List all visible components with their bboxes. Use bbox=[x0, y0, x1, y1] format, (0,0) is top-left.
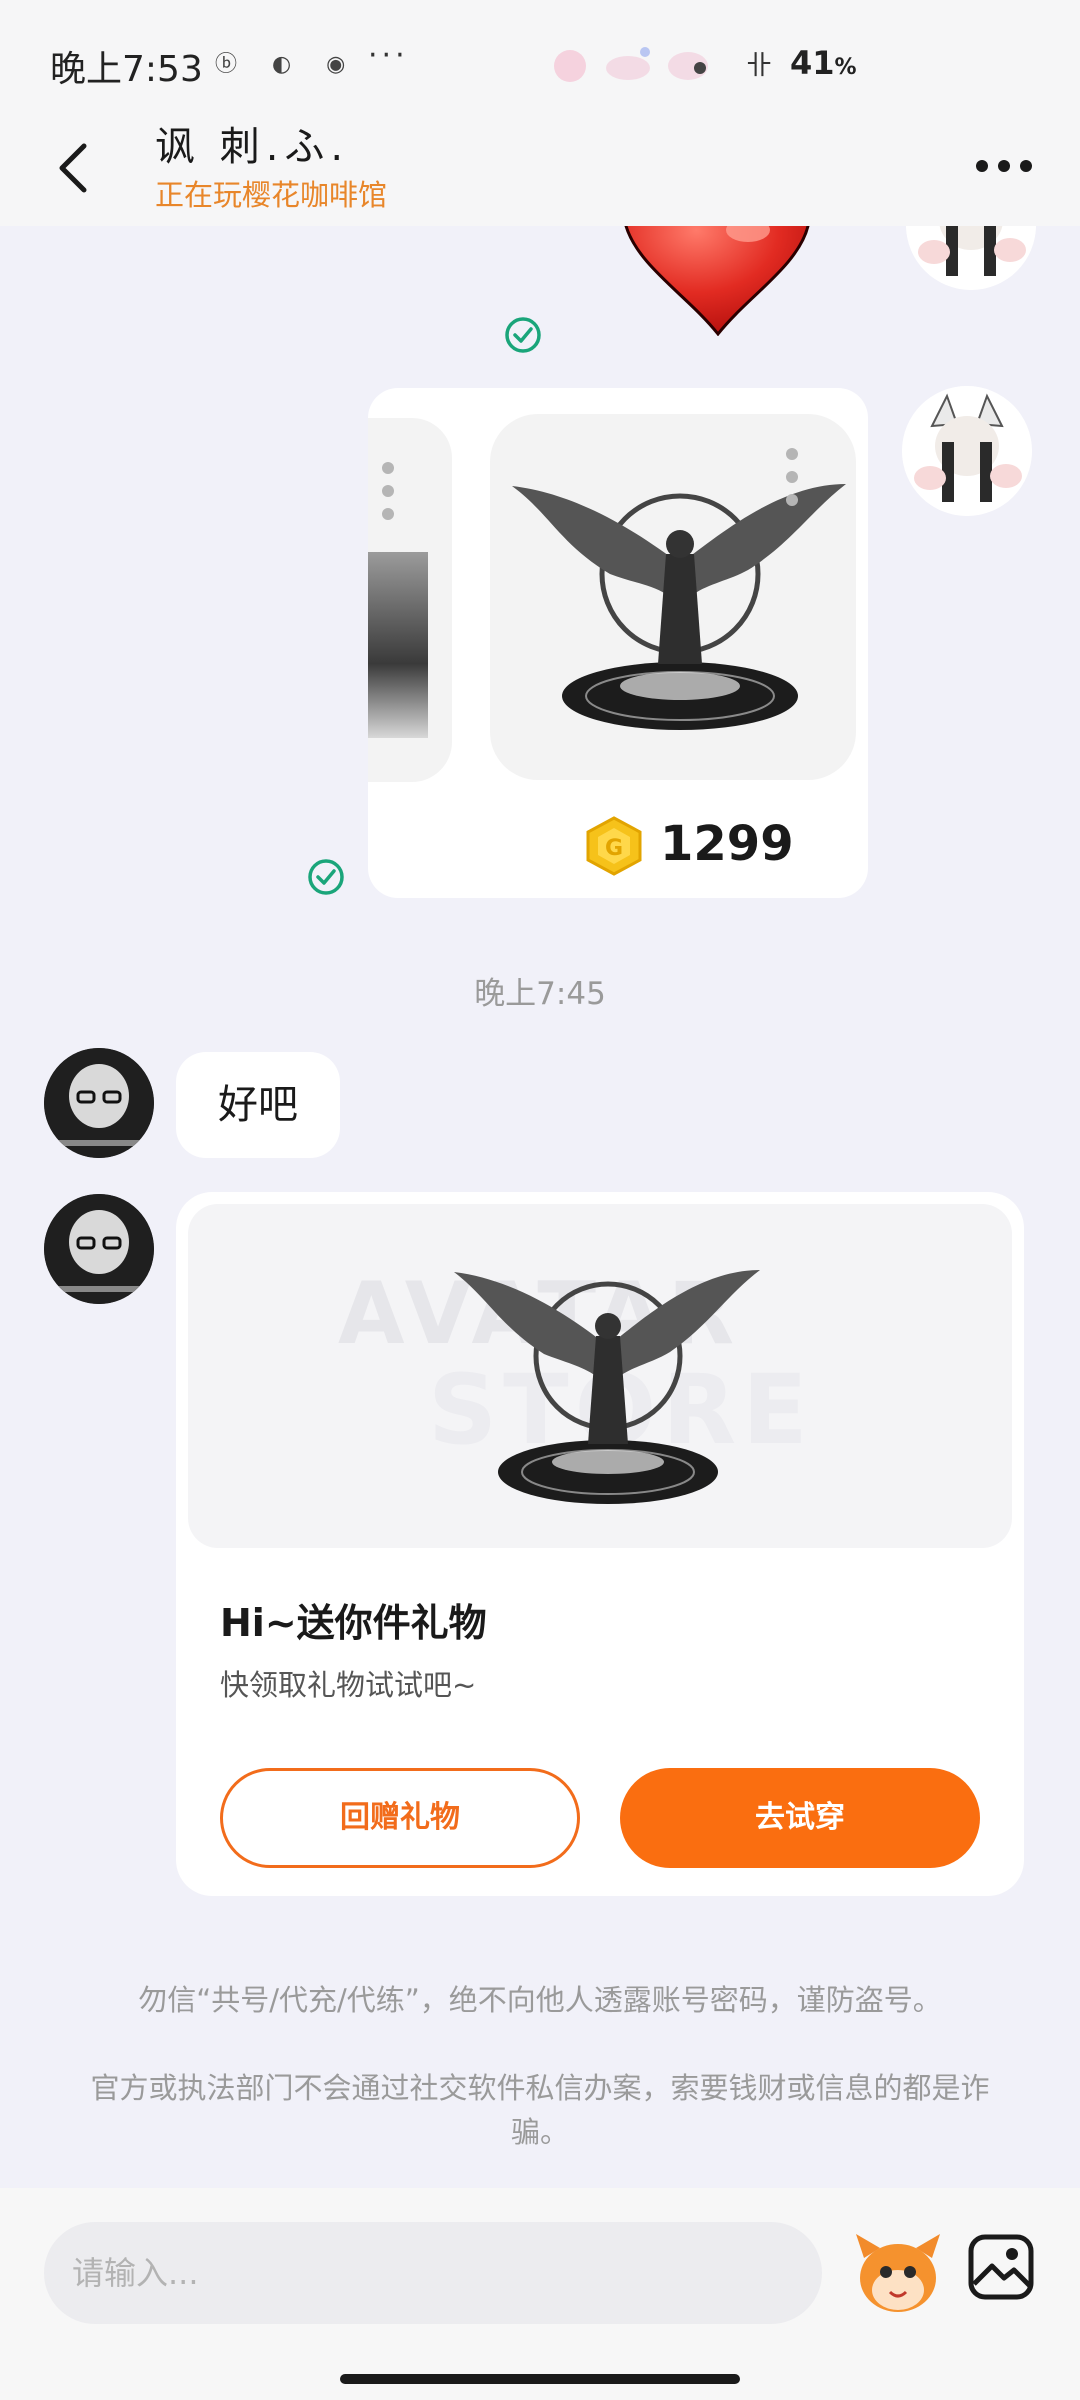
contact-name[interactable]: 讽 刺.ふ. bbox=[155, 114, 349, 172]
contact-avatar-image bbox=[44, 1048, 154, 1158]
battery-percent: 41 bbox=[790, 44, 835, 82]
fraud-warning-notice: 官方或执法部门不会通过社交软件私信办案，索要钱财或信息的都是诈骗。 bbox=[90, 2071, 990, 2149]
more-notifications-icon: ··· bbox=[368, 38, 409, 73]
sticker-mascot-icon[interactable] bbox=[850, 2228, 946, 2318]
input-bar bbox=[0, 2188, 1080, 2400]
image-picker-icon[interactable] bbox=[966, 2232, 1036, 2302]
message-timestamp: 晚上7:45 bbox=[474, 976, 606, 1012]
try-on-button[interactable]: 去试穿 bbox=[620, 1768, 980, 1868]
store-item-card[interactable]: G 1299 bbox=[368, 388, 868, 898]
sent-check-icon bbox=[308, 859, 344, 895]
previous-item-image bbox=[368, 552, 428, 738]
contact-avatar[interactable] bbox=[44, 1048, 154, 1158]
gift-title: Hi~送你件礼物 bbox=[220, 1601, 487, 1645]
svg-text:G: G bbox=[605, 836, 623, 861]
my-avatar[interactable] bbox=[906, 226, 1036, 290]
battery-unit: % bbox=[834, 55, 857, 80]
return-gift-button[interactable]: 回赠礼物 bbox=[220, 1768, 580, 1868]
status-bar: 晚上7:53 ⓑ ◐ ◉ ··· 卝 41% bbox=[0, 0, 1080, 110]
item-options-icon[interactable] bbox=[786, 448, 798, 506]
gold-coin-icon: G bbox=[586, 816, 642, 876]
contact-avatar[interactable] bbox=[44, 1194, 154, 1304]
dragon-avatar-item-image bbox=[512, 484, 846, 730]
home-indicator[interactable] bbox=[340, 2374, 740, 2384]
sent-check-icon bbox=[505, 317, 541, 353]
notification-icons: ⓑ ◐ ◉ bbox=[215, 52, 360, 77]
contact-status: 正在玩樱花咖啡馆 bbox=[155, 178, 388, 212]
store-item-image[interactable] bbox=[490, 414, 856, 780]
cat-ear-avatar-icon bbox=[906, 226, 1036, 290]
gift-subtitle: 快领取礼物试试吧~ bbox=[220, 1668, 477, 1702]
security-notice: 勿信“共号/代充/代练”，绝不向他人透露账号密码，谨防盗号。 bbox=[138, 1983, 942, 2017]
status-time: 晚上7:53 bbox=[50, 49, 203, 90]
svg-text:卝: 卝 bbox=[746, 51, 772, 81]
received-message-bubble[interactable]: 好吧 bbox=[176, 1052, 340, 1158]
sticker-icons: 卝 bbox=[554, 44, 772, 87]
chat-header: 讽 刺.ふ. 正在玩樱花咖啡馆 bbox=[0, 110, 1080, 226]
dragon-gift-image bbox=[454, 1270, 760, 1504]
contact-avatar-image bbox=[44, 1194, 154, 1304]
item-menu-icon[interactable] bbox=[382, 462, 394, 520]
chat-messages[interactable]: G 1299 晚上7:45 好吧 Hi~送你件礼物 快领取礼物试试吧~ 回赠礼物… bbox=[0, 226, 1080, 2188]
battery-level: 41% bbox=[790, 44, 857, 82]
gift-banner: AVATAR STORE bbox=[188, 1204, 1012, 1548]
back-arrow-icon[interactable] bbox=[52, 138, 96, 198]
heart-sticker[interactable] bbox=[618, 226, 814, 336]
more-options-icon[interactable] bbox=[976, 152, 1032, 188]
item-price: 1299 bbox=[660, 816, 794, 872]
cat-ear-avatar-icon bbox=[902, 386, 1032, 516]
message-input[interactable] bbox=[44, 2222, 822, 2324]
my-avatar[interactable] bbox=[902, 386, 1032, 516]
gift-card[interactable]: AVATAR STORE Hi~送你件礼物 快领取礼物试试吧~ 回赠礼物 去试穿 bbox=[176, 1192, 1024, 1896]
